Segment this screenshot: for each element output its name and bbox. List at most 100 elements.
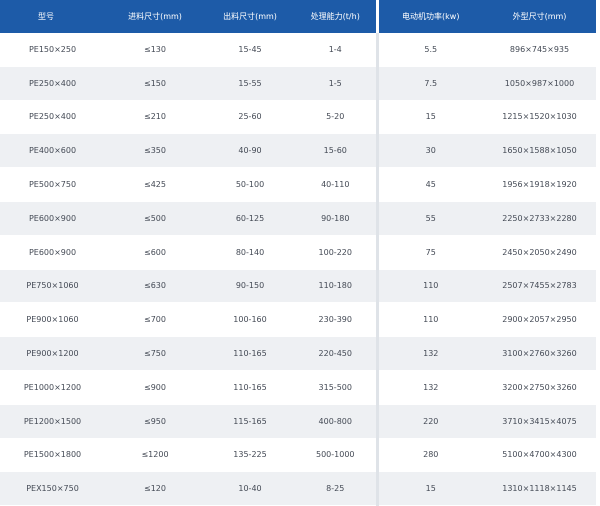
cell-motor-power: 30 [375, 133, 483, 169]
cell-dimensions: 5100×4700×4300 [483, 438, 596, 473]
cell-output-size: 25-60 [205, 100, 295, 135]
cell-output-size: 115-165 [205, 404, 295, 439]
cell-model: PE1200×1500 [0, 404, 105, 439]
cell-feed-size: ≤1200 [105, 438, 205, 473]
table-header: 型号 进料尺寸(mm) 出料尺寸(mm) 处理能力(t/h) 电动机功率(kw) 外型尺寸… [0, 0, 596, 33]
cell-output-size: 10-40 [205, 471, 295, 506]
cell-capacity: 400-800 [295, 404, 377, 439]
table-row: PE150×250 ≤130 15-45 1-4 5.5 896×745×935 [0, 33, 596, 67]
cell-motor-power: 132 [375, 336, 483, 371]
cell-model: PE900×1060 [0, 302, 105, 338]
cell-dimensions: 2450×2050×2490 [483, 235, 596, 270]
cell-model: PE250×400 [0, 66, 105, 101]
cell-output-size: 60-125 [205, 201, 295, 236]
cell-feed-size: ≤150 [105, 66, 205, 101]
cell-output-size: 80-140 [205, 235, 295, 270]
header-feed-size: 进料尺寸(mm) [105, 0, 205, 33]
cell-feed-size: ≤425 [105, 167, 205, 202]
cell-dimensions: 1956×1918×1920 [483, 167, 596, 202]
table-body: PE150×250 ≤130 15-45 1-4 5.5 896×745×935 PE250… [0, 33, 596, 506]
cell-dimensions: 1215×1520×1030 [483, 100, 596, 135]
header-capacity: 处理能力(t/h) [295, 0, 377, 33]
table-row: PE600×900 ≤500 60-125 90-180 55 2250×2733×228… [0, 201, 596, 236]
cell-dimensions: 896×745×935 [483, 33, 596, 67]
table-row: PE600×900 ≤600 80-140 100-220 75 2450×2050×24… [0, 235, 596, 270]
cell-feed-size: ≤600 [105, 235, 205, 270]
cell-feed-size: ≤700 [105, 302, 205, 338]
table-row: PE900×1200 ≤750 110-165 220-450 132 3100×2760… [0, 336, 596, 371]
cell-capacity: 5-20 [295, 100, 377, 135]
cell-capacity: 15-60 [295, 133, 377, 169]
cell-feed-size: ≤120 [105, 471, 205, 506]
cell-dimensions: 2507×7455×2783 [483, 269, 596, 304]
cell-capacity: 8-25 [295, 471, 377, 506]
cell-feed-size: ≤630 [105, 269, 205, 304]
cell-dimensions: 1310×1118×1145 [483, 471, 596, 506]
table-row: PE400×600 ≤350 40-90 15-60 30 1650×1588×1050 [0, 133, 596, 169]
cell-motor-power: 110 [375, 302, 483, 338]
cell-motor-power: 45 [375, 167, 483, 202]
table-row: PE500×750 ≤425 50-100 40-110 45 1956×1918×192… [0, 167, 596, 202]
cell-motor-power: 110 [375, 269, 483, 304]
cell-model: PE1000×1200 [0, 370, 105, 405]
cell-dimensions: 3710×3415×4075 [483, 404, 596, 439]
cell-output-size: 40-90 [205, 133, 295, 169]
cell-model: PE600×900 [0, 235, 105, 270]
cell-feed-size: ≤950 [105, 404, 205, 439]
table-row: PE1200×1500 ≤950 115-165 400-800 220 3710×341… [0, 404, 596, 439]
cell-motor-power: 15 [375, 100, 483, 135]
cell-capacity: 100-220 [295, 235, 377, 270]
table-row: PE250×400 ≤150 15-55 1-5 7.5 1050×987×1000 [0, 66, 596, 101]
cell-motor-power: 280 [375, 438, 483, 473]
cell-output-size: 15-55 [205, 66, 295, 101]
cell-capacity: 1-4 [295, 33, 377, 67]
cell-model: PE400×600 [0, 133, 105, 169]
header-motor-power: 电动机功率(kw) [375, 0, 483, 33]
table-row: PE1500×1800 ≤1200 135-225 500-1000 280 5100×4… [0, 438, 596, 473]
cell-model: PE150×250 [0, 33, 105, 67]
cell-capacity: 1-5 [295, 66, 377, 101]
cell-capacity: 230-390 [295, 302, 377, 338]
cell-motor-power: 220 [375, 404, 483, 439]
cell-feed-size: ≤130 [105, 33, 205, 67]
cell-feed-size: ≤750 [105, 336, 205, 371]
cell-motor-power: 55 [375, 201, 483, 236]
cell-output-size: 135-225 [205, 438, 295, 473]
cell-output-size: 110-165 [205, 336, 295, 371]
cell-capacity: 110-180 [295, 269, 377, 304]
cell-model: PE1500×1800 [0, 438, 105, 473]
cell-motor-power: 132 [375, 370, 483, 405]
cell-dimensions: 1050×987×1000 [483, 66, 596, 101]
cell-dimensions: 1650×1588×1050 [483, 133, 596, 169]
cell-output-size: 50-100 [205, 167, 295, 202]
cell-model: PE500×750 [0, 167, 105, 202]
cell-dimensions: 3100×2760×3260 [483, 336, 596, 371]
cell-dimensions: 2250×2733×2280 [483, 201, 596, 236]
cell-model: PE750×1060 [0, 269, 105, 304]
cell-dimensions: 2900×2057×2950 [483, 302, 596, 338]
table-row: PE250×400 ≤210 25-60 5-20 15 1215×1520×1030 [0, 100, 596, 135]
cell-model: PE600×900 [0, 201, 105, 236]
cell-model: PE900×1200 [0, 336, 105, 371]
table-row: PE1000×1200 ≤900 110-165 315-500 132 3200×275… [0, 370, 596, 405]
table-row: PE900×1060 ≤700 100-160 230-390 110 2900×2057… [0, 302, 596, 338]
cell-capacity: 315-500 [295, 370, 377, 405]
cell-model: PEX150×750 [0, 471, 105, 506]
cell-feed-size: ≤210 [105, 100, 205, 135]
cell-motor-power: 5.5 [375, 33, 483, 67]
cell-capacity: 40-110 [295, 167, 377, 202]
cell-capacity: 220-450 [295, 336, 377, 371]
table-row: PE750×1060 ≤630 90-150 110-180 110 2507×7455×… [0, 269, 596, 304]
cell-motor-power: 75 [375, 235, 483, 270]
cell-feed-size: ≤500 [105, 201, 205, 236]
header-dimensions: 外型尺寸(mm) [483, 0, 596, 33]
table-row: PEX150×750 ≤120 10-40 8-25 15 1310×1118×1145 [0, 471, 596, 506]
header-row: 型号 进料尺寸(mm) 出料尺寸(mm) 处理能力(t/h) 电动机功率(kw) 外型尺寸… [0, 0, 596, 33]
cell-output-size: 15-45 [205, 33, 295, 67]
cell-model: PE250×400 [0, 100, 105, 135]
cell-output-size: 110-165 [205, 370, 295, 405]
cell-output-size: 90-150 [205, 269, 295, 304]
cell-motor-power: 7.5 [375, 66, 483, 101]
header-model: 型号 [0, 0, 105, 33]
cell-dimensions: 3200×2750×3260 [483, 370, 596, 405]
